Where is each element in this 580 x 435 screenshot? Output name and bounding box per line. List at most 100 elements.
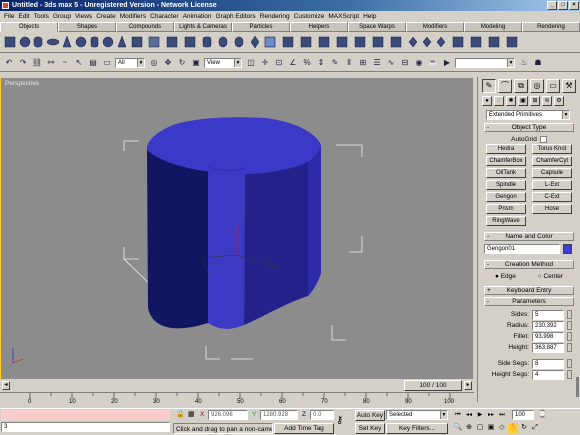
- auto-key-button[interactable]: Auto Key: [355, 410, 385, 421]
- play-icon[interactable]: ▶: [475, 410, 485, 420]
- ringwave-button[interactable]: RingWave: [486, 216, 526, 226]
- edge-radio[interactable]: ● Edge: [495, 273, 516, 280]
- align-icon[interactable]: ⊞: [357, 56, 369, 69]
- create-tab-icon[interactable]: ✎: [482, 79, 496, 93]
- creation-method-rollout[interactable]: - Creation Method: [484, 260, 574, 269]
- cameras-icon[interactable]: ▣: [518, 96, 528, 106]
- menu-edit[interactable]: Edit: [16, 13, 31, 20]
- spindle-button[interactable]: Spindle: [486, 180, 526, 190]
- selection-filter-dropdown[interactable]: All ▼: [115, 57, 145, 68]
- chamfercyl-button[interactable]: ChamferCyl: [532, 156, 572, 166]
- key-icon[interactable]: ⚷: [336, 415, 350, 427]
- render-last-icon[interactable]: ☗: [532, 56, 544, 69]
- redo-icon[interactable]: ↷: [17, 56, 29, 69]
- tab-compounds[interactable]: Compounds: [116, 22, 174, 32]
- absolute-mode-icon[interactable]: ▦: [188, 410, 198, 420]
- current-frame-field[interactable]: 100: [512, 410, 534, 420]
- tab-particles[interactable]: Particles: [232, 22, 290, 32]
- next-frame-icon[interactable]: ▸▸: [486, 410, 496, 420]
- tab-helpers[interactable]: Helpers: [290, 22, 348, 32]
- add-time-tag-button[interactable]: Add Time Tag: [274, 423, 334, 434]
- chamferbox-button[interactable]: ChamferBox: [486, 156, 526, 166]
- scale-icon[interactable]: ▣: [190, 56, 202, 69]
- fov-icon[interactable]: ◇: [497, 423, 507, 433]
- time-slider-thumb[interactable]: 100 / 100: [404, 380, 462, 391]
- autogrid-checkbox[interactable]: [539, 135, 547, 143]
- capsule-button[interactable]: Capsule: [532, 168, 572, 178]
- menu-tools[interactable]: Tools: [32, 13, 51, 20]
- go-to-start-icon[interactable]: ⏮: [453, 410, 463, 420]
- spinner-arrows[interactable]: [567, 332, 572, 341]
- tab-shapes[interactable]: Shapes: [58, 22, 116, 32]
- hose-button[interactable]: Hose: [532, 204, 572, 214]
- percent-snap-icon[interactable]: %: [301, 56, 313, 69]
- y-coordinate-field[interactable]: 1280.928: [260, 410, 298, 420]
- time-config-icon[interactable]: ⌚: [538, 410, 548, 420]
- undo-icon[interactable]: ↶: [3, 56, 15, 69]
- region-select-icon[interactable]: ▭: [101, 56, 113, 69]
- ref-coord-dropdown[interactable]: View ▼: [204, 57, 242, 68]
- utilities-tab-icon[interactable]: ⚒: [562, 79, 576, 93]
- spinner-arrows[interactable]: [567, 321, 572, 330]
- pivot-icon[interactable]: ◫: [245, 56, 257, 69]
- menu-animation[interactable]: Animation: [181, 13, 214, 20]
- tab-lights-cameras[interactable]: Lights & Cameras: [174, 22, 232, 32]
- prism-button[interactable]: Prism: [486, 204, 526, 214]
- category-dropdown[interactable]: Extended Primitives ▼: [486, 110, 570, 120]
- menu-views[interactable]: Views: [73, 13, 94, 20]
- select-by-name-icon[interactable]: ▤: [87, 56, 99, 69]
- named-selection-sets[interactable]: ▼: [455, 57, 515, 68]
- object-color-swatch[interactable]: [563, 244, 572, 254]
- menu-group[interactable]: Group: [51, 13, 73, 20]
- snap-icon[interactable]: ⊡: [273, 56, 285, 69]
- keyboard-entry-rollout[interactable]: + Keyboard Entry: [484, 286, 574, 295]
- zoom-all-icon[interactable]: ⊕: [464, 423, 474, 433]
- maximize-button[interactable]: □: [558, 1, 568, 10]
- prev-frame-icon[interactable]: ◂◂: [464, 410, 474, 420]
- go-to-end-icon[interactable]: ⏭: [497, 410, 507, 420]
- link-icon[interactable]: ⛓: [31, 56, 43, 69]
- lock-icon[interactable]: 🔒: [176, 410, 185, 420]
- menu-character[interactable]: Character: [148, 13, 181, 20]
- app-icon[interactable]: [2, 2, 9, 9]
- material-editor-icon[interactable]: ◉: [413, 56, 425, 69]
- systems-icon[interactable]: ⚙: [554, 96, 564, 106]
- helpers-icon[interactable]: ⊞: [530, 96, 540, 106]
- arc-rotate-icon[interactable]: ↻: [519, 423, 529, 433]
- pan-icon[interactable]: ✋: [508, 423, 518, 433]
- menu-file[interactable]: File: [2, 13, 16, 20]
- max-toggle-icon[interactable]: ⤢: [530, 423, 540, 433]
- primitive-icons[interactable]: [3, 34, 563, 50]
- curve-editor-icon[interactable]: ∿: [385, 56, 397, 69]
- gengon-button[interactable]: Gengon: [486, 192, 526, 202]
- modify-tab-icon[interactable]: ⌒: [498, 79, 512, 93]
- spinner-arrows[interactable]: [567, 370, 572, 379]
- tab-rendering[interactable]: Rendering: [522, 22, 580, 32]
- parameters-rollout[interactable]: - Parameters: [484, 297, 574, 306]
- key-filters-button[interactable]: Key Filters...: [386, 423, 448, 434]
- layer-icon[interactable]: ☰: [371, 56, 383, 69]
- hierarchy-tab-icon[interactable]: ⧉: [514, 79, 528, 93]
- spinner-snap-icon[interactable]: ⇕: [315, 56, 327, 69]
- geometry-icon[interactable]: ●: [482, 96, 492, 106]
- tab-space-warps[interactable]: Space Warps: [348, 22, 406, 32]
- torus-knot-button[interactable]: Torus Knot: [532, 144, 572, 154]
- listener-mini-pink[interactable]: [1, 410, 170, 420]
- zoom-extents-icon[interactable]: ▢: [475, 423, 485, 433]
- tab-objects[interactable]: Objects: [0, 22, 58, 32]
- bind-spacewarp-icon[interactable]: ~: [59, 56, 71, 69]
- motion-tab-icon[interactable]: ◎: [530, 79, 544, 93]
- quick-render-icon[interactable]: ▶: [441, 56, 453, 69]
- c-ext-button[interactable]: C-Ext: [532, 192, 572, 202]
- angle-snap-icon[interactable]: ∠: [287, 56, 299, 69]
- x-coordinate-field[interactable]: 926.096: [208, 410, 248, 420]
- center-radio[interactable]: ○ Center: [538, 273, 563, 280]
- slider-prev-icon[interactable]: ◂: [2, 381, 10, 390]
- set-key-button[interactable]: Set Key: [355, 423, 385, 434]
- menu-modifiers[interactable]: Modifiers: [118, 13, 148, 20]
- zoom-icon[interactable]: 🔍: [453, 423, 463, 433]
- spinner-arrows[interactable]: [567, 359, 572, 368]
- menu-help[interactable]: Help: [361, 13, 378, 20]
- track-bar[interactable]: 0 10 20 30 40 50 60 70 80 90 100: [0, 392, 474, 408]
- listener-mini-input[interactable]: 3: [1, 422, 170, 432]
